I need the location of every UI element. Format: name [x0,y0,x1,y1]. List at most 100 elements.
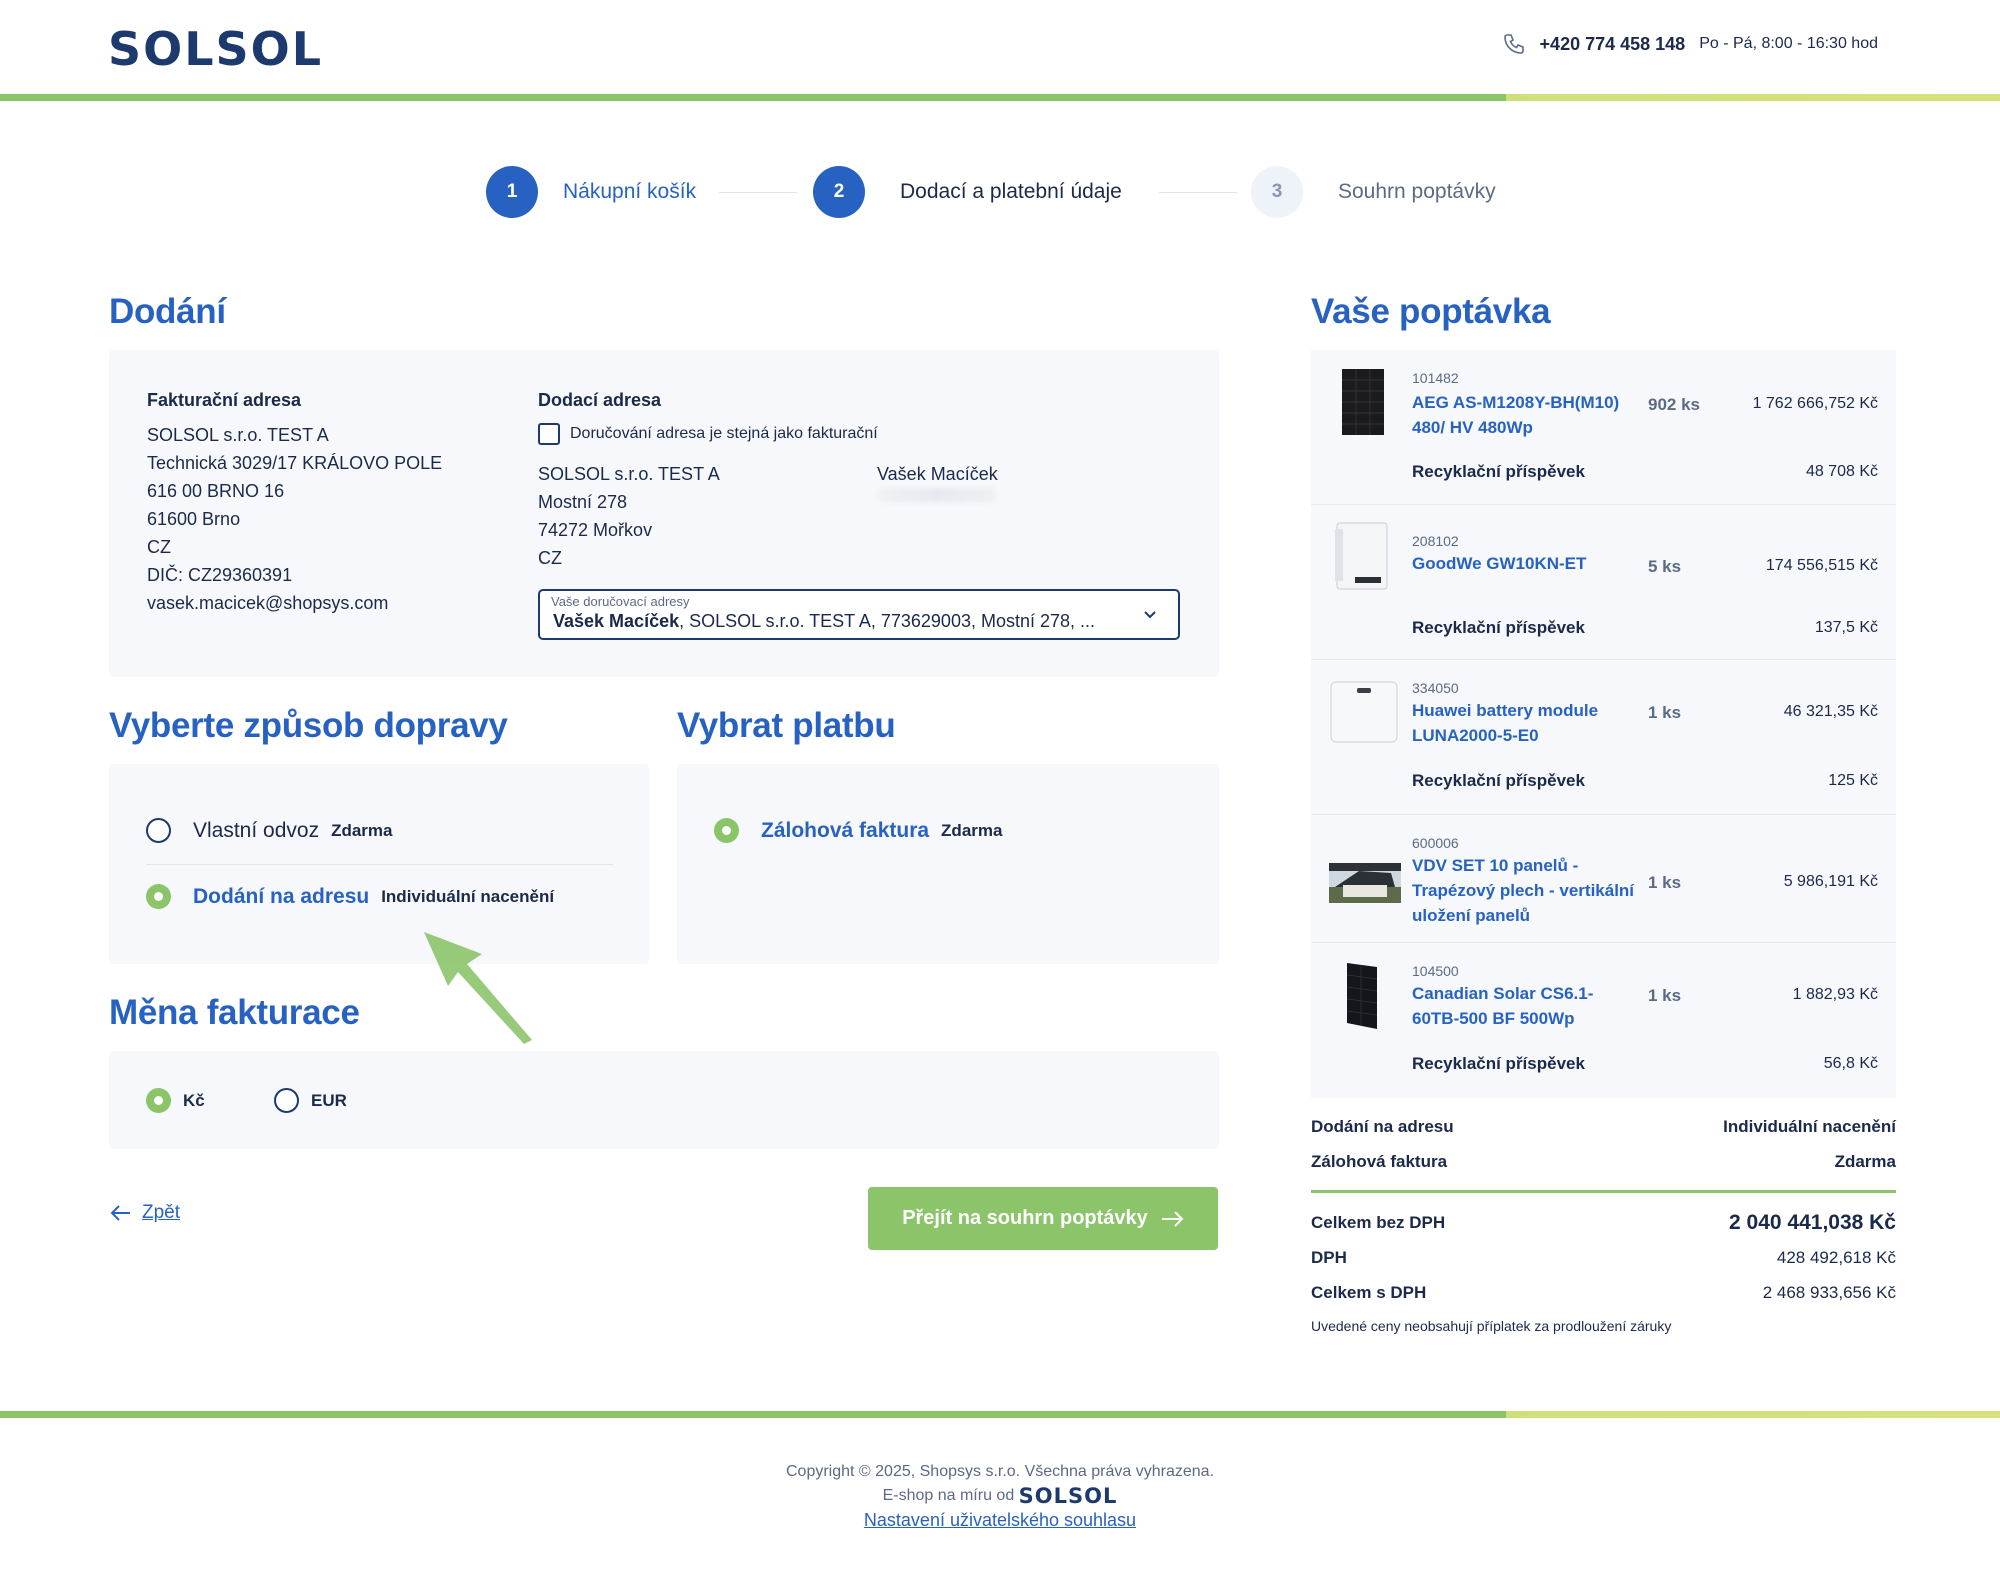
step-1-label[interactable]: Nákupní košík [563,180,696,204]
step-1-circle[interactable]: 1 [486,166,538,218]
order-item: 104500 Canadian Solar CS6.1-60TB-500 BF … [1311,943,1896,1098]
transport-option-delivery[interactable]: Dodání na adresu Individuální nacenění [146,884,554,909]
order-item: 600006 VDV SET 10 panelů - Trapézový ple… [1311,815,1896,943]
option-divider [146,864,613,865]
vat-label: DPH [1311,1248,1347,1267]
summary-total-with-vat-row: Celkem s DPH 2 468 933,656 Kč [1311,1283,1896,1303]
same-address-checkbox[interactable] [538,423,560,445]
item-quantity: 1 ks [1648,986,1682,1005]
consent-settings-link[interactable]: Nastavení uživatelského souhlasu [864,1510,1136,1530]
solar-panel-thumbnail[interactable] [1341,368,1385,436]
item-code: 104500 [1412,963,1459,979]
battery-module-thumbnail[interactable] [1329,678,1399,746]
transport-heading: Vyberte způsob dopravy [109,706,508,745]
delivery-address-select[interactable]: Vaše doručovací adresy Vašek Macíček, SO… [538,589,1180,640]
transport-option-name[interactable]: Dodání na adresu [193,885,369,909]
recycling-fee-label: Recyklační příspěvek [1412,771,1585,790]
recycling-fee-price: 125 Kč [1828,772,1878,789]
same-address-label[interactable]: Doručování adresa je stejná jako faktura… [570,425,878,442]
transport-option-pickup[interactable]: Vlastní odvoz Zdarma [146,818,393,843]
order-items-list: 101482 AEG AS-M1208Y-BH(M10) 480/ HV 480… [1311,350,1896,1098]
czk-radio[interactable] [146,1088,171,1113]
billing-address: Fakturační adresa SOLSOL s.r.o. TEST A T… [147,390,442,617]
copyright-text: Copyright © 2025, Shopsys s.r.o. Všechna… [785,1463,1215,1480]
item-price: 174 556,515 Kč [1765,557,1878,574]
item-name[interactable]: Canadian Solar CS6.1-60TB-500 BF 500Wp [1412,981,1622,1031]
footer-stripe [0,1411,2000,1418]
pickup-radio[interactable] [146,818,171,843]
arrow-right-icon [1161,1210,1184,1227]
billing-line: SOLSOL s.r.o. TEST A [147,425,329,445]
same-address-checkbox-row[interactable]: Doručování adresa je stejná jako faktura… [538,423,1198,445]
phone-number[interactable]: +420 774 458 148 [1540,34,1686,55]
advance-invoice-radio[interactable] [714,818,739,843]
delivery-radio[interactable] [146,884,171,909]
back-label[interactable]: Zpět [142,1202,180,1224]
footer-solsol-logo[interactable]: SOLSOL [1019,1484,1118,1508]
address-select-name: Vašek Macíček [553,611,680,631]
order-item: 208102 GoodWe GW10KN-ET 5 ks 174 556,515… [1311,505,1896,660]
currency-option-name[interactable]: EUR [311,1091,347,1111]
summary-payment-row: Zálohová faktura Zdarma [1311,1152,1896,1172]
summary-vat-row: DPH 428 492,618 Kč [1311,1248,1896,1268]
vat-value: 428 492,618 Kč [1776,1248,1896,1267]
phone-icon [1503,34,1524,54]
billing-email: vasek.macicek@shopsys.com [147,593,389,613]
payment-heading: Vybrat platbu [677,706,896,745]
billing-line: DIČ: CZ29360391 [147,565,293,585]
summary-payment-value: Zdarma [1834,1152,1896,1171]
pointer-arrow-icon [424,932,532,1044]
currency-option-czk[interactable]: Kč [146,1088,205,1113]
item-price: 1 762 666,752 Kč [1752,395,1878,412]
header-stripe [0,94,2000,101]
step-3-label: Souhrn poptávky [1338,180,1496,203]
opening-hours: Po - Pá, 8:00 - 16:30 hod [1699,35,1878,52]
item-quantity: 902 ks [1648,395,1700,414]
continue-to-summary-button[interactable]: Přejít na souhrn poptávky [868,1187,1218,1250]
currency-option-name[interactable]: Kč [183,1091,205,1111]
currency-option-eur[interactable]: EUR [274,1088,347,1113]
checkout-stepper: 1 Nákupní košík 2 Dodací a platební údaj… [486,166,1586,218]
total-with-vat-label: Celkem s DPH [1311,1283,1427,1302]
payment-panel [677,764,1219,964]
address-select-caption: Vaše doručovací adresy [551,594,690,609]
solsol-logo[interactable]: SOLSOL [108,22,323,76]
order-item: 334050 Huawei battery module LUNA2000-5-… [1311,660,1896,815]
billing-line: 616 00 BRNO 16 [147,481,285,501]
eur-radio[interactable] [274,1088,299,1113]
warranty-note: Uvedené ceny neobsahují příplatek za pro… [1311,1318,1672,1334]
back-link[interactable]: Zpět [110,1202,180,1224]
address-select-value[interactable]: Vašek Macíček, SOLSOL s.r.o. TEST A, 773… [553,611,1123,632]
summary-shipping-label: Dodání na adresu [1311,1117,1454,1136]
summary-payment-label: Zálohová faktura [1311,1152,1448,1171]
shipping-line: Mostní 278 [538,492,628,512]
item-code: 600006 [1412,835,1459,851]
solar-panel-thumbnail[interactable] [1341,961,1381,1031]
billing-heading: Fakturační adresa [147,390,302,410]
inverter-thumbnail[interactable] [1333,521,1393,593]
item-name[interactable]: VDV SET 10 panelů - Trapézový plech - ve… [1412,853,1637,928]
recycling-fee-label: Recyklační příspěvek [1412,462,1585,481]
chevron-down-icon[interactable] [1140,605,1160,625]
delivery-heading: Dodání [109,292,226,331]
billing-line: 61600 Brno [147,509,241,529]
step-connector [719,192,797,193]
recycling-fee-price: 48 708 Kč [1805,463,1878,480]
currency-heading: Měna fakturace [109,993,360,1032]
item-price: 5 986,191 Kč [1783,873,1878,890]
item-name[interactable]: GoodWe GW10KN-ET [1412,551,1637,576]
made-by-text: E-shop na míru od [882,1487,1015,1505]
item-quantity: 1 ks [1648,703,1682,722]
item-name[interactable]: Huawei battery module LUNA2000-5-E0 [1412,698,1637,748]
order-heading: Vaše poptávka [1311,292,1551,331]
payment-option-advance-invoice[interactable]: Zálohová faktura Zdarma [714,818,1002,843]
item-price: 1 882,93 Kč [1792,986,1878,1003]
transport-option-name[interactable]: Vlastní odvoz [193,819,319,843]
payment-option-name[interactable]: Zálohová faktura [761,819,929,843]
summary-total-without-vat-row: Celkem bez DPH 2 040 441,038 Kč [1311,1211,1896,1235]
site-header: SOLSOL +420 774 458 148 Po - Pá, 8:00 - … [0,0,2000,101]
house-photo-thumbnail[interactable] [1329,863,1401,903]
site-footer: Copyright © 2025, Shopsys s.r.o. Všechna… [0,1460,2000,1534]
recycling-fee-label: Recyklační příspěvek [1412,1054,1585,1073]
item-name[interactable]: AEG AS-M1208Y-BH(M10) 480/ HV 480Wp [1412,390,1637,440]
